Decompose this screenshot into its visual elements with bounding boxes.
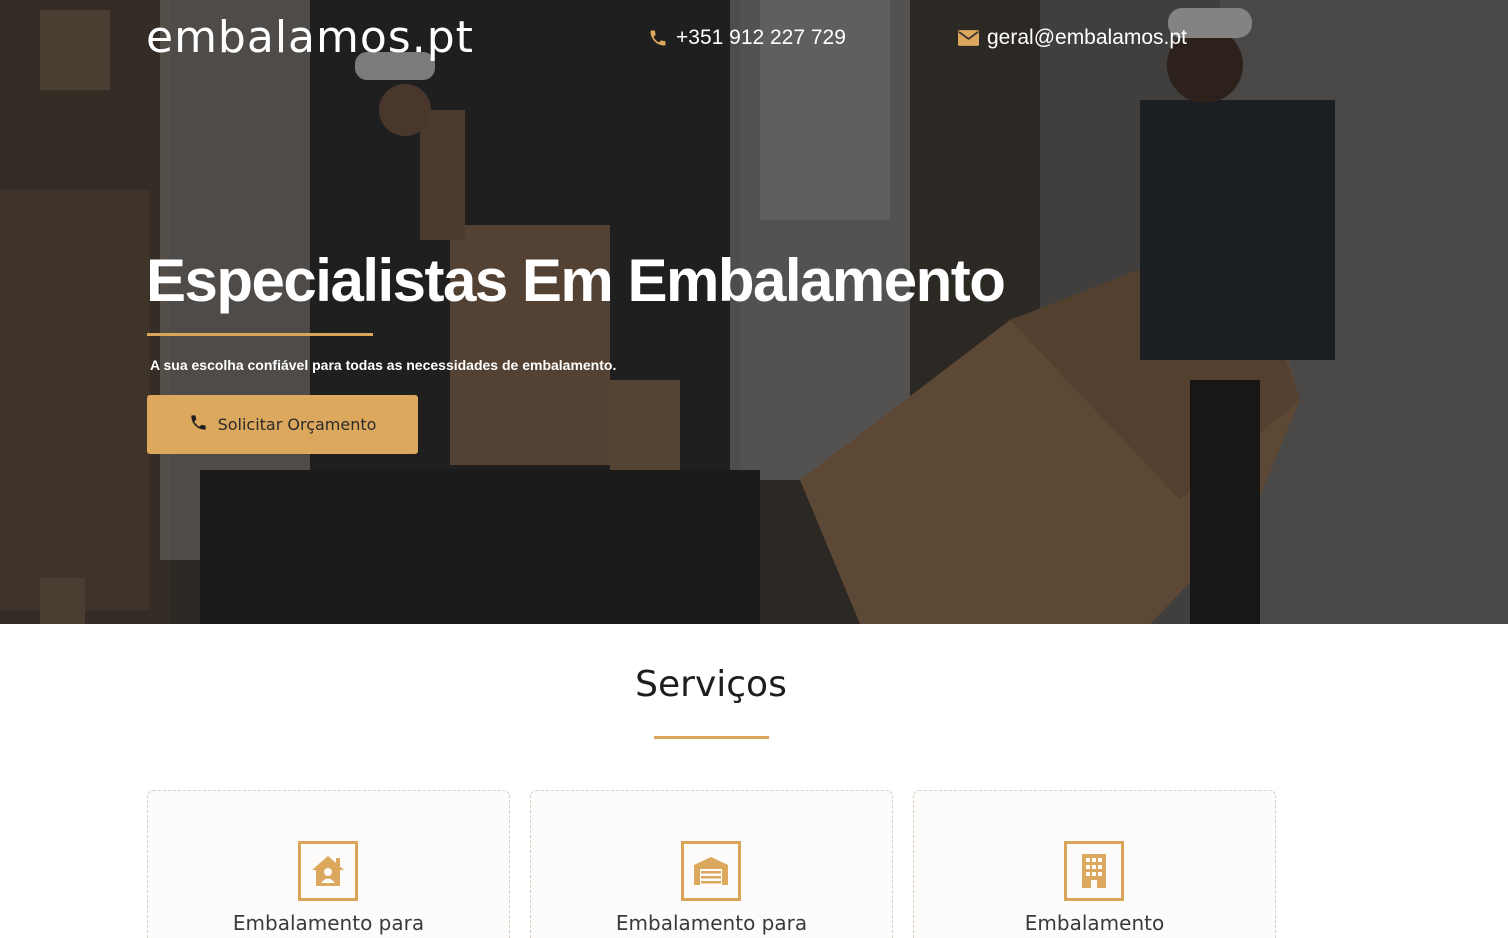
phone-icon [189, 413, 208, 436]
services-divider [654, 736, 769, 739]
hero-divider [147, 333, 373, 336]
email-address: geral@embalamos.pt [987, 26, 1187, 49]
service-card-warehouse[interactable]: Embalamento para [530, 790, 893, 938]
service-card-title: Embalamento para [615, 911, 808, 935]
house-user-icon [298, 841, 358, 901]
request-quote-button[interactable]: Solicitar Orçamento [147, 395, 418, 454]
phone-number: +351 912 227 729 [676, 26, 846, 49]
building-icon [1064, 841, 1124, 901]
envelope-icon [958, 30, 979, 46]
header-phone[interactable]: +351 912 227 729 [648, 26, 846, 50]
site-logo[interactable]: embalamos.pt [146, 12, 474, 63]
services-title: Serviços [635, 664, 787, 705]
service-card-building[interactable]: Embalamento [913, 790, 1276, 938]
hero-title: Especialistas Em Embalamento [146, 247, 1006, 314]
hero-section: embalamos.pt +351 912 227 729 geral@emba… [0, 0, 1508, 624]
hero-subtitle: A sua escolha confiável para todas as ne… [150, 357, 617, 373]
service-card-home[interactable]: Embalamento para [147, 790, 510, 938]
service-card-title: Embalamento [1024, 911, 1165, 935]
service-card-title: Embalamento para [232, 911, 425, 935]
request-quote-label: Solicitar Orçamento [217, 415, 377, 434]
header-email[interactable]: geral@embalamos.pt [958, 26, 1187, 50]
phone-icon [648, 28, 668, 48]
warehouse-icon [681, 841, 741, 901]
